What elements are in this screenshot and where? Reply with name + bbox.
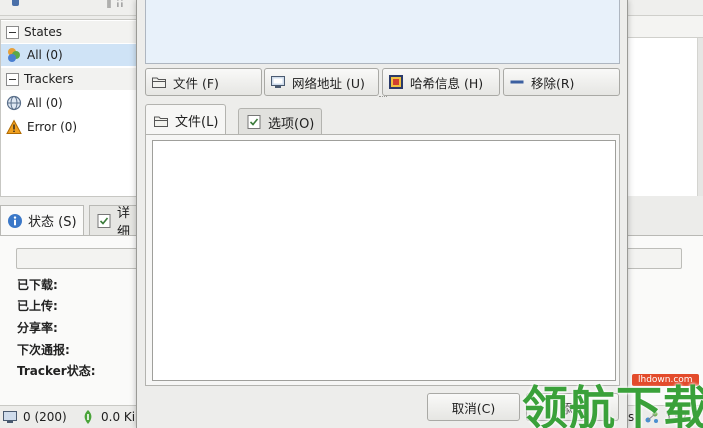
- splitter-handle[interactable]: [379, 96, 387, 99]
- cancel-button[interactable]: 取消(C): [427, 393, 520, 421]
- download-speed: 0.0 Ki: [101, 410, 136, 424]
- connections-count: 0 (200): [23, 410, 67, 424]
- added-torrent-list[interactable]: [145, 0, 620, 64]
- toolbar-icon[interactable]: [12, 0, 19, 6]
- trackers-header[interactable]: Trackers: [1, 68, 139, 90]
- files-tab-panel: [145, 134, 620, 386]
- folder-icon: [151, 74, 167, 90]
- tab-details[interactable]: 详细: [89, 205, 138, 235]
- checklist-icon: [246, 114, 262, 130]
- trackers-header-label: Trackers: [24, 72, 74, 86]
- download-speed-indicator[interactable]: 0.0 Ki: [80, 409, 135, 425]
- tab-details-label: 详细: [117, 205, 131, 235]
- network-icon: [270, 74, 286, 90]
- collapse-icon[interactable]: [6, 72, 19, 86]
- cancel-label: 取消(C): [451, 400, 496, 416]
- remove-button[interactable]: 移除(R): [503, 68, 620, 96]
- filter-sidebar: States All (0) Trackers All (0) Error (0…: [0, 19, 139, 197]
- add-torrent-dialog: 文件 (F) 网络地址 (U) 哈希信息 (H) 移除(R) 文件(L) 选项(…: [136, 0, 628, 428]
- globe-icon: [6, 95, 22, 111]
- sidebar-item-trackers-all[interactable]: All (0): [1, 92, 139, 114]
- collapse-icon[interactable]: [6, 25, 19, 39]
- torrent-list-pane[interactable]: [626, 16, 703, 196]
- torrent-list-scrollbar[interactable]: [697, 38, 703, 196]
- minus-icon: [509, 74, 525, 90]
- add-url-label: 网络地址 (U): [292, 75, 365, 91]
- tab-files-label: 文件(L): [175, 115, 219, 130]
- tab-status[interactable]: 状态 (S): [0, 205, 84, 235]
- uploaded-label: 已上传:: [17, 299, 58, 313]
- add-file-label: 文件 (F): [173, 75, 219, 91]
- states-header-label: States: [24, 25, 63, 39]
- add-hash-button[interactable]: 哈希信息 (H): [382, 68, 500, 96]
- download-arrow-icon: [80, 409, 96, 425]
- add-url-button[interactable]: 网络地址 (U): [264, 68, 379, 96]
- info-icon: [7, 213, 23, 229]
- torrent-list-header[interactable]: [627, 16, 703, 38]
- tab-files[interactable]: 文件(L): [145, 104, 227, 136]
- tab-options-label: 选项(O): [268, 116, 315, 132]
- tracker-status-label: Tracker状态:: [17, 364, 96, 378]
- watermark-logo: 领航下载: [522, 381, 703, 428]
- next-announce-label: 下次通报:: [17, 343, 70, 357]
- warning-icon: [6, 119, 22, 135]
- connections-indicator[interactable]: 0 (200): [2, 409, 67, 425]
- network-icon: [2, 409, 18, 425]
- all-states-icon: [6, 47, 22, 63]
- tab-options[interactable]: 选项(O): [238, 108, 323, 135]
- add-file-button[interactable]: 文件 (F): [145, 68, 262, 96]
- toolbar-partial-text: ‖ ¦¦: [106, 0, 124, 8]
- details-tab-bar: 状态 (S) 详细: [0, 203, 138, 236]
- share-ratio-label: 分享率:: [17, 321, 58, 335]
- sidebar-item-label: All (0): [27, 96, 63, 110]
- sidebar-item-label: Error (0): [27, 120, 78, 134]
- file-list[interactable]: [152, 140, 616, 381]
- checklist-icon: [96, 213, 112, 229]
- sidebar-item-trackers-error[interactable]: Error (0): [1, 116, 139, 138]
- remove-label: 移除(R): [531, 75, 575, 91]
- sidebar-item-label: All (0): [27, 48, 63, 62]
- folder-icon: [153, 113, 169, 129]
- states-header[interactable]: States: [1, 21, 139, 43]
- sidebar-item-states-all[interactable]: All (0): [1, 44, 139, 66]
- tab-status-label: 状态 (S): [28, 215, 77, 230]
- downloaded-label: 已下载:: [17, 278, 58, 292]
- add-hash-label: 哈希信息 (H): [410, 75, 484, 91]
- hash-info-icon: [388, 74, 404, 90]
